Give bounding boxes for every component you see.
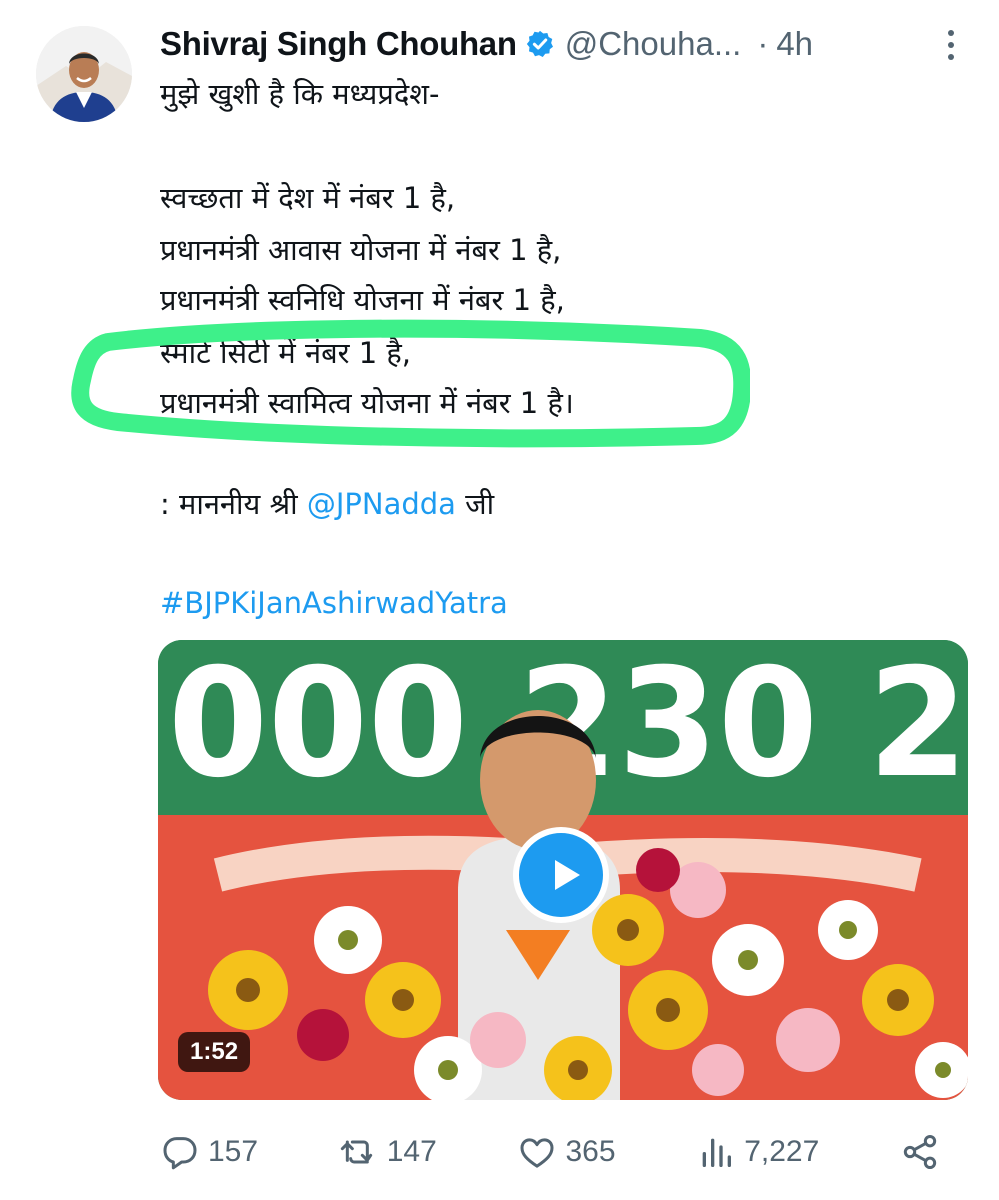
like-button[interactable]: 365 <box>517 1132 616 1172</box>
quote-prefix: : माननीय श्री <box>160 487 307 521</box>
author-display-name[interactable]: Shivraj Singh Chouhan <box>160 25 517 63</box>
views-icon <box>702 1138 732 1167</box>
play-icon <box>555 860 580 890</box>
video-duration: 1:52 <box>178 1032 251 1072</box>
mention-link[interactable]: @JPNadda <box>307 487 456 521</box>
header-separator: · <box>757 25 769 62</box>
tweet-header: Shivraj Singh Chouhan @Chouha... · 4h <box>160 22 929 66</box>
share-button[interactable] <box>900 1132 940 1172</box>
tweet-action-bar: 157 147 365 7,227 <box>160 1128 940 1176</box>
more-icon[interactable] <box>941 30 961 60</box>
tweet-text-intro: मुझे खुशी है कि मध्यप्रदेश- <box>160 77 440 111</box>
author-handle[interactable]: @Chouha... <box>565 25 742 63</box>
share-icon <box>903 1135 937 1169</box>
hashtag-link[interactable]: #BJPKiJanAshirwadYatra <box>160 586 508 620</box>
tweet-text-line: प्रधानमंत्री आवास योजना में नंबर 1 है, <box>160 233 562 267</box>
quote-suffix: जी <box>455 487 495 521</box>
avatar-image <box>36 26 132 122</box>
reply-icon <box>163 1137 197 1170</box>
tweet-text-line: स्मार्ट सिटी में नंबर 1 है, <box>160 336 412 370</box>
retweet-button[interactable]: 147 <box>339 1132 437 1172</box>
tweet-text-line: प्रधानमंत्री स्वनिधि योजना में नंबर 1 है… <box>160 283 565 317</box>
play-button[interactable] <box>513 827 609 923</box>
reply-button[interactable]: 157 <box>160 1132 258 1172</box>
like-count: 365 <box>565 1135 616 1168</box>
tweet-text-line: स्वच्छता में देश में नंबर 1 है, <box>160 181 456 215</box>
video-player[interactable]: 000 230 2 1:52 <box>158 640 968 1100</box>
avatar[interactable] <box>36 26 132 122</box>
tweet-text-line: प्रधानमंत्री स्वामित्व योजना में नंबर 1 … <box>160 386 574 420</box>
tweet-quote-line: : माननीय श्री @JPNadda जी <box>160 484 494 523</box>
reply-count: 157 <box>208 1135 259 1168</box>
views-button[interactable]: 7,227 <box>696 1132 819 1172</box>
like-icon <box>520 1138 554 1168</box>
verified-badge-icon <box>526 30 553 57</box>
retweet-icon <box>340 1140 372 1164</box>
retweet-count: 147 <box>386 1135 437 1168</box>
tweet-timestamp[interactable]: 4h <box>776 25 813 63</box>
views-count: 7,227 <box>744 1135 820 1168</box>
